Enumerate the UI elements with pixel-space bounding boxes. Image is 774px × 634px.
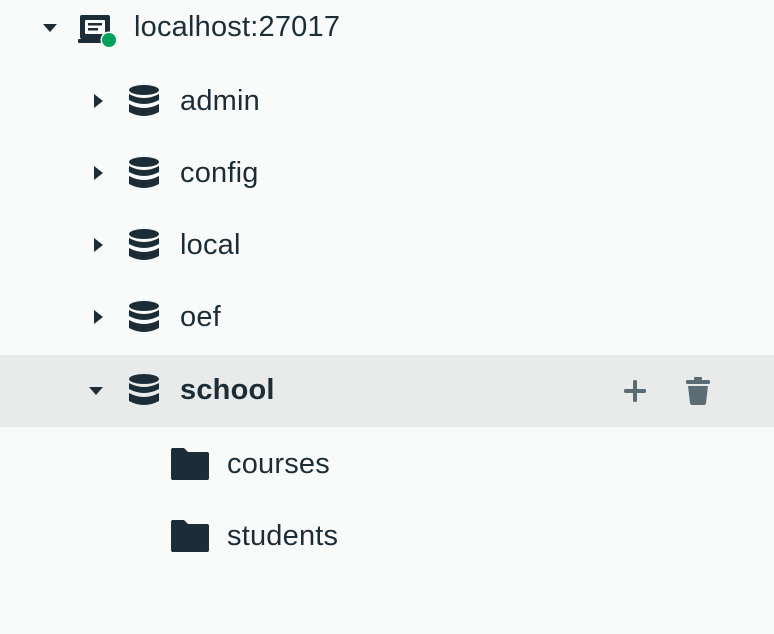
database-name: admin [180, 85, 260, 117]
collection-name: courses [227, 448, 330, 480]
status-dot [102, 33, 116, 47]
database-name: oef [180, 301, 221, 333]
database-icon [127, 84, 161, 120]
database-row-admin[interactable]: admin [0, 65, 774, 137]
server-icon [78, 12, 120, 52]
plus-icon [624, 380, 646, 402]
connection-row[interactable]: localhost:27017 [0, 0, 774, 56]
collection-row-students[interactable]: students [0, 500, 774, 572]
trash-icon [686, 377, 710, 405]
database-row-school[interactable]: school [0, 355, 774, 427]
collection-row-courses[interactable]: courses [0, 428, 774, 500]
collection-name: students [227, 520, 339, 552]
connection-name: localhost:27017 [134, 11, 341, 43]
sidebar-tree: localhost:27017 admin config local oef s… [0, 0, 774, 634]
chevron-right-icon[interactable] [88, 235, 108, 255]
database-row-local[interactable]: local [0, 209, 774, 281]
chevron-down-icon[interactable] [86, 381, 106, 401]
database-icon [127, 228, 161, 264]
folder-icon [171, 520, 209, 552]
chevron-right-icon[interactable] [88, 163, 108, 183]
database-icon [127, 373, 161, 409]
drop-database-button[interactable] [682, 375, 714, 407]
chevron-right-icon[interactable] [88, 307, 108, 327]
chevron-down-icon[interactable] [40, 18, 60, 38]
database-row-oef[interactable]: oef [0, 281, 774, 353]
database-name: school [180, 374, 275, 406]
database-row-config[interactable]: config [0, 137, 774, 209]
create-collection-button[interactable] [619, 375, 651, 407]
database-icon [127, 156, 161, 192]
database-icon [127, 300, 161, 336]
database-name: config [180, 157, 259, 189]
folder-icon [171, 448, 209, 480]
chevron-right-icon[interactable] [88, 91, 108, 111]
database-name: local [180, 229, 241, 261]
